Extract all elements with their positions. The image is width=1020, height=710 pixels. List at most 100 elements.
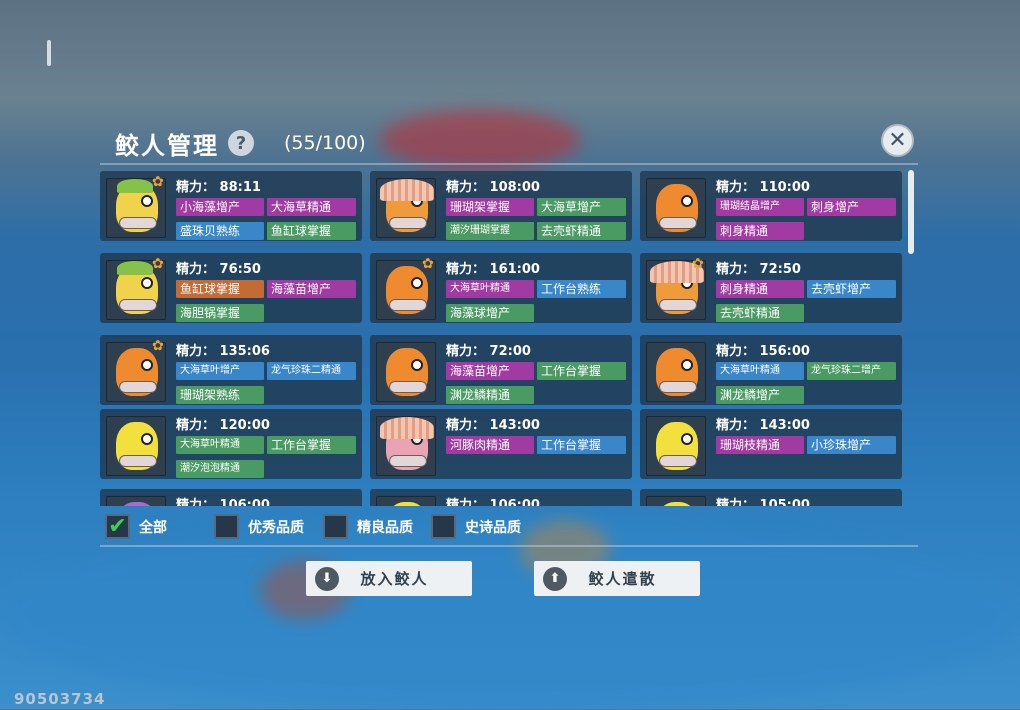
merfolk-card[interactable]: ✿ 精力： 76:50 鱼缸球掌握 海藻苗增产 海胆锅掌握	[100, 253, 362, 323]
mouth-icon	[119, 381, 157, 393]
skill-tag: 刺身精通	[716, 222, 804, 240]
mouth-icon	[659, 299, 697, 311]
skill-tag: 龙气珍珠二增产	[807, 362, 896, 380]
star-badge-icon: ✿	[422, 256, 434, 272]
mouth-icon	[659, 381, 697, 393]
eye-icon	[141, 433, 153, 445]
mouth-icon	[119, 455, 157, 467]
skill-tag: 珊瑚架掌握	[446, 198, 534, 216]
shell-hat-icon	[380, 417, 434, 439]
skill-tag: 刺身增产	[807, 198, 896, 216]
skill-tag: 大海草增产	[537, 198, 626, 216]
mouth-icon	[119, 299, 157, 311]
skill-tag: 渊龙鳞增产	[716, 386, 804, 404]
energy-text: 精力： 110:00	[716, 180, 810, 195]
energy-text: 精力： 156:00	[716, 344, 810, 359]
merfolk-portrait	[376, 178, 436, 238]
merfolk-card[interactable]: 精力： 72:00 海藻苗增产 工作台掌握 渊龙鳞精通	[370, 335, 632, 405]
put-in-button[interactable]: ⬇ 放入鲛人	[306, 561, 472, 596]
divider	[100, 545, 918, 547]
skill-tag: 工作台掌握	[537, 362, 626, 380]
merfolk-portrait	[646, 178, 706, 238]
background-water	[0, 520, 1020, 710]
energy-text: 精力： 105:00	[716, 498, 810, 506]
energy-text: 精力： 106:00	[446, 498, 540, 506]
skill-tag: 潮汐珊瑚掌握	[446, 222, 534, 240]
merfolk-portrait	[376, 416, 436, 476]
merfolk-card[interactable]: 精力： 105:00	[640, 489, 902, 506]
skill-tag: 大海草叶精通	[176, 436, 264, 454]
merfolk-portrait	[376, 496, 436, 506]
skill-tag: 渊龙鳞精通	[446, 386, 534, 404]
put-in-label: 放入鲛人	[360, 570, 429, 588]
filter-label: 史诗品质	[465, 519, 521, 536]
help-icon[interactable]: ?	[228, 130, 254, 156]
skill-tag: 海胆锅掌握	[176, 304, 264, 322]
merfolk-list[interactable]: ✿ 精力： 88:11 小海藻增产 大海草精通 盛珠贝熟练 鱼缸球掌握 精力： 108:00…	[100, 171, 905, 506]
filter-all[interactable]: ✔ 全部	[105, 513, 167, 540]
merfolk-card[interactable]: 精力： 120:00 大海草叶精通 工作台掌握 潮汐泡泡精通	[100, 409, 362, 479]
game-id: 90503734	[14, 690, 106, 708]
edge-handle[interactable]	[47, 40, 51, 66]
merfolk-portrait	[646, 496, 706, 506]
mouth-icon	[389, 217, 427, 229]
merfolk-card[interactable]: ✿ 精力： 88:11 小海藻增产 大海草精通 盛珠贝熟练 鱼缸球掌握	[100, 171, 362, 241]
eye-icon	[681, 433, 693, 445]
skill-tag: 盛珠贝熟练	[176, 222, 264, 240]
skill-tag: 潮汐泡泡精通	[176, 460, 264, 478]
skill-tag: 工作台掌握	[267, 436, 356, 454]
skill-tag: 河豚肉精通	[446, 436, 534, 454]
filter-excellent[interactable]: 优秀品质	[214, 513, 304, 540]
checkbox-icon[interactable]	[214, 514, 239, 539]
mouth-icon	[659, 455, 697, 467]
energy-text: 精力： 143:00	[716, 418, 810, 433]
list-scrollbar[interactable]	[908, 170, 914, 254]
eye-icon	[411, 359, 423, 371]
filter-label: 全部	[139, 519, 167, 536]
checkbox-icon[interactable]	[323, 514, 348, 539]
energy-text: 精力： 135:06	[176, 344, 270, 359]
close-button[interactable]: ✕	[881, 124, 914, 157]
skill-tag: 小海藻增产	[176, 198, 264, 216]
merfolk-card[interactable]: ✿ 精力： 72:50 刺身精通 去壳虾增产 去壳虾精通	[640, 253, 902, 323]
merfolk-card[interactable]: 精力： 108:00 珊瑚架掌握 大海草增产 潮汐珊瑚掌握 去壳虾精通	[370, 171, 632, 241]
skill-tag: 海藻球增产	[446, 304, 534, 322]
panel-header: 鲛人管理 ? (55/100)	[115, 125, 366, 161]
dismiss-button[interactable]: ⬆ 鲛人遣散	[534, 561, 700, 596]
upload-icon: ⬆	[543, 566, 567, 591]
eye-icon	[681, 195, 693, 207]
energy-text: 精力： 76:50	[176, 262, 261, 277]
filter-epic[interactable]: 史诗品质	[431, 513, 521, 540]
merfolk-card[interactable]: 精力： 156:00 大海草叶精通 龙气珍珠二增产 渊龙鳞增产	[640, 335, 902, 405]
merfolk-card[interactable]: 精力： 143:00 珊瑚枝精通 小珍珠增产	[640, 409, 902, 479]
leaf-hat-icon	[117, 179, 153, 193]
merfolk-card[interactable]: ✿ 精力： 135:06 大海草叶增产 龙气珍珠二精通 珊瑚架熟练	[100, 335, 362, 405]
download-icon: ⬇	[315, 566, 339, 591]
skill-tag: 鱼缸球掌握	[267, 222, 356, 240]
skill-tag: 小珍珠增产	[807, 436, 896, 454]
merfolk-card[interactable]: ✿ 精力： 161:00 大海草叶精通 工作台熟练 海藻球增产	[370, 253, 632, 323]
energy-text: 精力： 108:00	[446, 180, 540, 195]
energy-text: 精力： 106:00	[176, 498, 270, 506]
checkbox-icon[interactable]: ✔	[105, 514, 130, 539]
filter-fine[interactable]: 精良品质	[323, 513, 413, 540]
skill-tag: 工作台掌握	[537, 436, 626, 454]
skill-tag: 大海草叶精通	[716, 362, 804, 380]
star-badge-icon: ✿	[152, 174, 164, 190]
divider	[100, 163, 918, 165]
skill-tag: 海藻苗增产	[446, 362, 534, 380]
mouth-icon	[659, 217, 697, 229]
checkbox-icon[interactable]	[431, 514, 456, 539]
merfolk-card[interactable]: 精力： 143:00 河豚肉精通 工作台掌握	[370, 409, 632, 479]
skill-tag: 鱼缸球掌握	[176, 280, 264, 298]
skill-tag: 龙气珍珠二精通	[267, 362, 356, 380]
merfolk-card[interactable]: 精力： 106:00	[100, 489, 362, 506]
skill-tag: 刺身精通	[716, 280, 804, 298]
skill-tag: 去壳虾增产	[807, 280, 896, 298]
merfolk-card[interactable]: 精力： 106:00	[370, 489, 632, 506]
merfolk-portrait	[646, 416, 706, 476]
capacity-count: (55/100)	[284, 132, 366, 154]
skill-tag: 大海草叶增产	[176, 362, 264, 380]
star-badge-icon: ✿	[152, 256, 164, 272]
merfolk-card[interactable]: 精力： 110:00 珊瑚结晶增产 刺身增产 刺身精通	[640, 171, 902, 241]
